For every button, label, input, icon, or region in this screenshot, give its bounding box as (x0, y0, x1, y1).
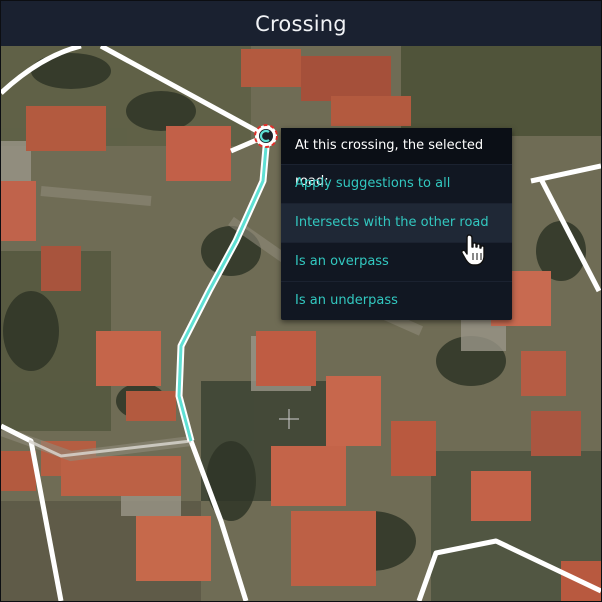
hand-pointer-icon (461, 234, 485, 266)
crossing-context-menu: At this crossing, the selected road: App… (281, 128, 512, 320)
menu-header: At this crossing, the selected road: (281, 128, 512, 189)
menu-item-apply-all[interactable]: Apply suggestions to all (281, 164, 512, 203)
window-title: Crossing (1, 1, 601, 46)
crossing-window: Crossing At this crossing, the selected … (0, 0, 602, 602)
menu-item-underpass[interactable]: Is an underpass (281, 281, 512, 320)
crossing-marker-icon[interactable] (254, 124, 278, 148)
